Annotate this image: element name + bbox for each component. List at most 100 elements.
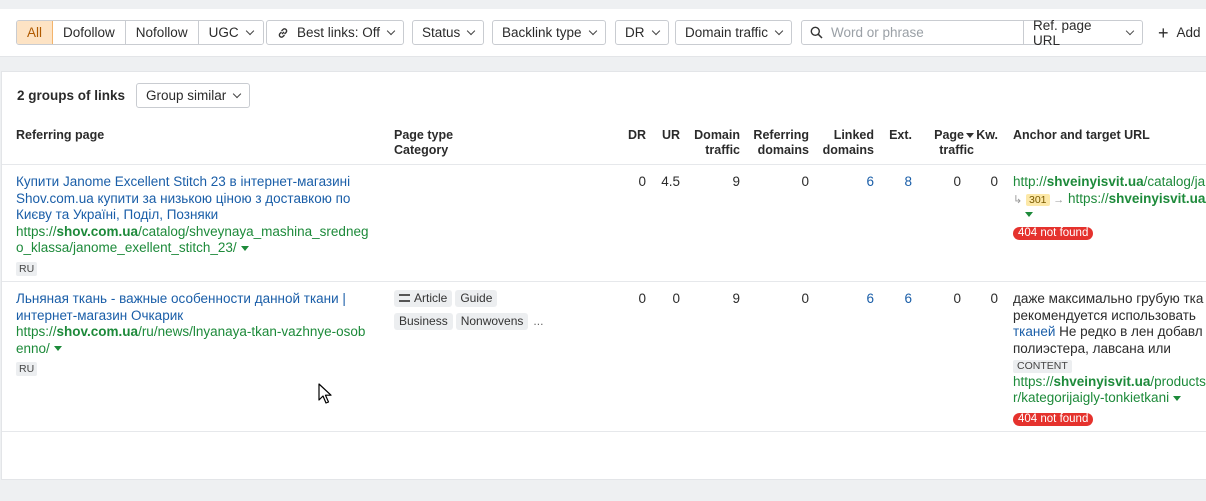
header-linked-domains[interactable]: Linked domains — [812, 128, 874, 158]
dr-dropdown[interactable]: DR — [615, 20, 669, 45]
header-referring-page[interactable]: Referring page — [16, 128, 104, 143]
referring-page-title-link[interactable]: Купити Janome Excellent Stitch 23 в інте… — [16, 174, 386, 224]
header-anchor-target[interactable]: Anchor and target URL — [1013, 128, 1150, 143]
title-line: Льняная ткань - важные особенности данно… — [16, 291, 346, 306]
title-line: Shov.com.ua купити за низькою ціною з до… — [16, 190, 351, 206]
page-type-tag: Guide — [455, 290, 498, 307]
filter-ugc-label: UGC — [208, 25, 239, 40]
filter-nofollow-button[interactable]: Nofollow — [125, 21, 199, 44]
search-scope-dropdown[interactable]: Ref. page URL — [1024, 18, 1142, 48]
expand-url-icon[interactable] — [1173, 395, 1182, 401]
page-type-label: Article — [414, 291, 448, 305]
language-badge: RU — [16, 362, 38, 376]
url-path: /catalog/shveynaya_mashina_sredneg — [138, 223, 369, 239]
url-prefix: http:// — [1013, 174, 1047, 189]
header-domain-traffic-line2: traffic — [705, 143, 740, 157]
keywords-value: 0 — [990, 174, 998, 189]
mouse-cursor-icon — [318, 383, 332, 404]
header-domain-traffic[interactable]: Domain traffic — [682, 128, 740, 158]
page-type-cell: Article Guide Business Nonwovens... — [394, 290, 614, 330]
results-panel: 2 groups of links Group similar Referrin… — [1, 71, 1206, 480]
status-badge: 404 not found — [1013, 227, 1094, 240]
url-path: /products — [1150, 373, 1206, 389]
anchor-text-line: Не редко в лен добавл — [1055, 324, 1203, 339]
linked-domains-link[interactable]: 6 — [834, 174, 874, 189]
url-path: /ru/news/lnyanaya-tkan-vazhnye-osob — [138, 324, 366, 339]
backlink-type-label: Backlink type — [502, 25, 582, 40]
anchor-text-line: даже максимально грубую тка — [1013, 291, 1204, 306]
filter-ugc-dropdown[interactable]: UGC — [198, 21, 263, 44]
header-page-type-label: Page type — [394, 128, 454, 142]
chevron-down-icon — [651, 26, 660, 35]
search-icon — [810, 26, 823, 39]
anchor-target-cell: даже максимально грубую тка рекомендуетс… — [1013, 291, 1206, 426]
link-icon — [278, 27, 288, 38]
referring-page-title-link[interactable]: Льняная ткань - важные особенности данно… — [16, 291, 386, 324]
backlink-type-dropdown[interactable]: Backlink type — [492, 20, 606, 45]
filter-dofollow-button[interactable]: Dofollow — [53, 21, 126, 44]
url-domain: shov.com.ua — [56, 223, 139, 239]
more-categories[interactable]: ... — [533, 314, 543, 328]
referring-page-url[interactable]: https://shov.com.ua/catalog/shveynaya_ma… — [16, 224, 386, 257]
url-path: enno/ — [16, 340, 50, 356]
search-input[interactable] — [831, 25, 1011, 40]
url-prefix: https:// — [16, 223, 57, 239]
url-domain: shveinyisvit.ua — [1053, 373, 1151, 389]
page-traffic-value: 0 — [953, 291, 961, 306]
header-domain-traffic-line1: Domain — [694, 128, 740, 142]
chevron-down-icon — [233, 89, 242, 98]
linked-domains-link[interactable]: 6 — [834, 291, 874, 306]
ur-value: 0 — [672, 291, 680, 306]
best-links-label: Best links: Off — [297, 25, 381, 40]
header-page-traffic-line2: traffic — [939, 143, 974, 157]
target-url-link[interactable]: https://shveinyisvit.ua/products r/kateg… — [1013, 374, 1206, 407]
header-kw[interactable]: Kw. — [958, 128, 998, 143]
category-tag: Business — [394, 313, 453, 330]
page-traffic-value: 0 — [953, 174, 961, 189]
filter-all-button[interactable]: All — [17, 21, 54, 44]
url-prefix: https:// — [1068, 190, 1109, 206]
chevron-down-icon — [1125, 26, 1135, 35]
header-divider — [2, 164, 1206, 165]
dr-label: DR — [625, 25, 645, 40]
header-linked-domains-line2: domains — [822, 143, 874, 157]
ext-links-link[interactable]: 8 — [872, 174, 912, 189]
title-line: Купити Janome Excellent Stitch 23 в інте… — [16, 174, 351, 189]
referring-page-cell: Купити Janome Excellent Stitch 23 в інте… — [16, 174, 386, 276]
best-links-dropdown[interactable]: Best links: Off — [266, 20, 405, 45]
header-ext[interactable]: Ext. — [872, 128, 912, 143]
title-line: интернет-магазин Очкарик — [16, 307, 184, 323]
group-similar-dropdown[interactable]: Group similar — [136, 83, 251, 108]
keywords-value: 0 — [990, 291, 998, 306]
url-prefix: https:// — [16, 324, 57, 339]
url-domain: shveinyisvit.ua — [1046, 174, 1144, 189]
redirect-chain: ↳ 301 → https://shveinyisvit.ua/ — [1013, 191, 1206, 209]
add-filter-button[interactable]: + Add — [1158, 20, 1201, 45]
header-referring-domains-line2: domains — [757, 143, 809, 157]
language-badge: RU — [16, 261, 38, 276]
article-icon — [399, 293, 410, 302]
header-page-type[interactable]: Page type Category — [394, 128, 453, 158]
referring-page-url[interactable]: https://shov.com.ua/ru/news/lnyanaya-tka… — [16, 324, 386, 357]
ext-links-link[interactable]: 6 — [872, 291, 912, 306]
domain-traffic-dropdown[interactable]: Domain traffic — [675, 20, 793, 45]
redirect-url-link[interactable]: https://shveinyisvit.ua/ — [1068, 191, 1206, 206]
title-line: Києву та Україні, Поділ, Позняки — [16, 207, 219, 222]
header-referring-domains[interactable]: Referring domains — [744, 128, 809, 158]
group-similar-label: Group similar — [146, 88, 227, 103]
url-domain: shveinyisvit.ua — [1108, 190, 1206, 206]
arrow-right-icon: → — [1053, 193, 1065, 206]
anchor-link[interactable]: тканей — [1013, 324, 1055, 339]
plus-icon: + — [1158, 22, 1169, 43]
status-label: Status — [422, 25, 461, 40]
header-linked-domains-line1: Linked — [833, 128, 874, 142]
url-path: r/kategorijaigly-tonkietkani — [1013, 390, 1170, 405]
expand-redirect-icon[interactable] — [1025, 211, 1033, 217]
referring-domains-value: 0 — [801, 291, 809, 306]
expand-url-icon[interactable] — [240, 245, 249, 251]
target-url-link[interactable]: http://shveinyisvit.ua/catalog/ja — [1013, 174, 1206, 191]
header-ur[interactable]: UR — [640, 128, 680, 143]
row-divider — [2, 431, 1206, 432]
status-dropdown[interactable]: Status — [412, 20, 485, 45]
expand-url-icon[interactable] — [53, 346, 62, 352]
